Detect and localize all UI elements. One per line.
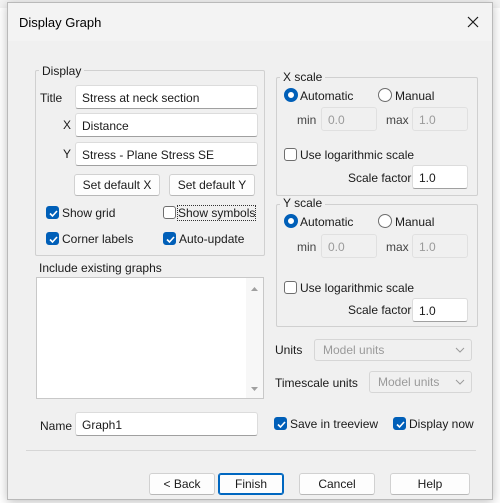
show-grid-checkbox[interactable] (46, 206, 59, 219)
name-input[interactable]: Graph1 (75, 412, 258, 436)
auto-update-checkbox[interactable] (163, 232, 176, 245)
show-symbols-checkbox[interactable] (163, 206, 176, 219)
x-automatic-label: Automatic (300, 89, 354, 103)
y-label: Y (63, 147, 72, 161)
display-group-label: Display (39, 64, 85, 78)
checkmark-icon (49, 236, 58, 244)
units-select[interactable]: Model units (314, 339, 472, 361)
set-default-y-button[interactable]: Set default Y (169, 174, 255, 196)
show-grid-label: Show grid (62, 206, 116, 220)
auto-update-label: Auto-update (179, 232, 245, 246)
x-axis-input[interactable]: Distance (75, 113, 258, 137)
x-scale-factor-input[interactable]: 1.0 (412, 165, 468, 189)
x-log-scale-checkbox[interactable] (284, 148, 297, 161)
show-symbols-label: Show symbols (176, 205, 257, 221)
scroll-down-icon (251, 387, 258, 391)
list-scrollbar[interactable] (246, 278, 263, 398)
x-scale-group-label: X scale (280, 70, 326, 84)
close-button[interactable] (458, 7, 488, 37)
title-label: Title (40, 91, 63, 105)
y-max-input[interactable]: 1.0 (412, 234, 468, 258)
finish-button[interactable]: Finish (218, 473, 284, 495)
y-scale-factor-input[interactable]: 1.0 (412, 298, 468, 322)
x-automatic-radio[interactable] (284, 88, 298, 102)
set-default-x-button[interactable]: Set default X (74, 174, 160, 196)
x-log-scale-label: Use logarithmic scale (300, 148, 415, 162)
back-button[interactable]: < Back (149, 473, 215, 495)
x-max-input[interactable]: 1.0 (412, 107, 468, 131)
x-label: X (63, 118, 72, 132)
chevron-down-icon (455, 379, 465, 385)
y-scale-factor-label: Scale factor (348, 303, 412, 317)
save-in-treeview-checkbox[interactable] (274, 417, 287, 430)
corner-labels-checkbox[interactable] (46, 232, 59, 245)
y-max-label: max (386, 240, 409, 254)
y-axis-input[interactable]: Stress - Plane Stress SE (75, 142, 258, 166)
save-in-treeview-label: Save in treeview (290, 417, 379, 431)
display-now-checkbox[interactable] (393, 417, 406, 430)
y-min-label: min (297, 240, 317, 254)
y-automatic-label: Automatic (300, 215, 354, 229)
units-select-value: Model units (323, 343, 385, 357)
name-label: Name (40, 419, 73, 433)
footer-separator (26, 450, 476, 451)
x-max-label: max (386, 113, 409, 127)
y-automatic-radio[interactable] (284, 214, 298, 228)
timescale-units-label: Timescale units (275, 376, 358, 390)
y-log-scale-label: Use logarithmic scale (300, 281, 415, 295)
timescale-units-select[interactable]: Model units (369, 371, 472, 393)
timescale-select-value: Model units (378, 375, 440, 389)
close-icon (467, 16, 479, 28)
title-input[interactable]: Stress at neck section (75, 85, 258, 109)
chevron-down-icon (455, 347, 465, 353)
y-manual-label: Manual (395, 215, 435, 229)
title-bar: Display Graph (8, 3, 492, 41)
x-scale-factor-label: Scale factor (348, 171, 412, 185)
include-existing-label: Include existing graphs (39, 261, 162, 275)
checkmark-icon (49, 210, 58, 218)
units-label: Units (275, 343, 303, 357)
x-min-input[interactable]: 0.0 (321, 107, 377, 131)
corner-labels-label: Corner labels (62, 232, 134, 246)
display-now-label: Display now (409, 417, 474, 431)
help-button[interactable]: Help (390, 473, 470, 495)
y-manual-radio[interactable] (378, 214, 392, 228)
checkmark-icon (396, 421, 405, 429)
cancel-button[interactable]: Cancel (299, 473, 375, 495)
y-min-input[interactable]: 0.0 (321, 234, 377, 258)
y-log-scale-checkbox[interactable] (284, 281, 297, 294)
y-scale-group-label: Y scale (280, 196, 326, 210)
existing-graphs-list[interactable] (36, 277, 264, 399)
x-min-label: min (297, 113, 317, 127)
display-graph-dialog: Display Graph Display Title Stress at ne… (7, 2, 493, 500)
checkmark-icon (166, 236, 175, 244)
dialog-title: Display Graph (19, 15, 102, 30)
x-manual-label: Manual (395, 89, 435, 103)
scroll-up-icon (251, 287, 258, 291)
checkmark-icon (277, 421, 286, 429)
x-manual-radio[interactable] (378, 88, 392, 102)
